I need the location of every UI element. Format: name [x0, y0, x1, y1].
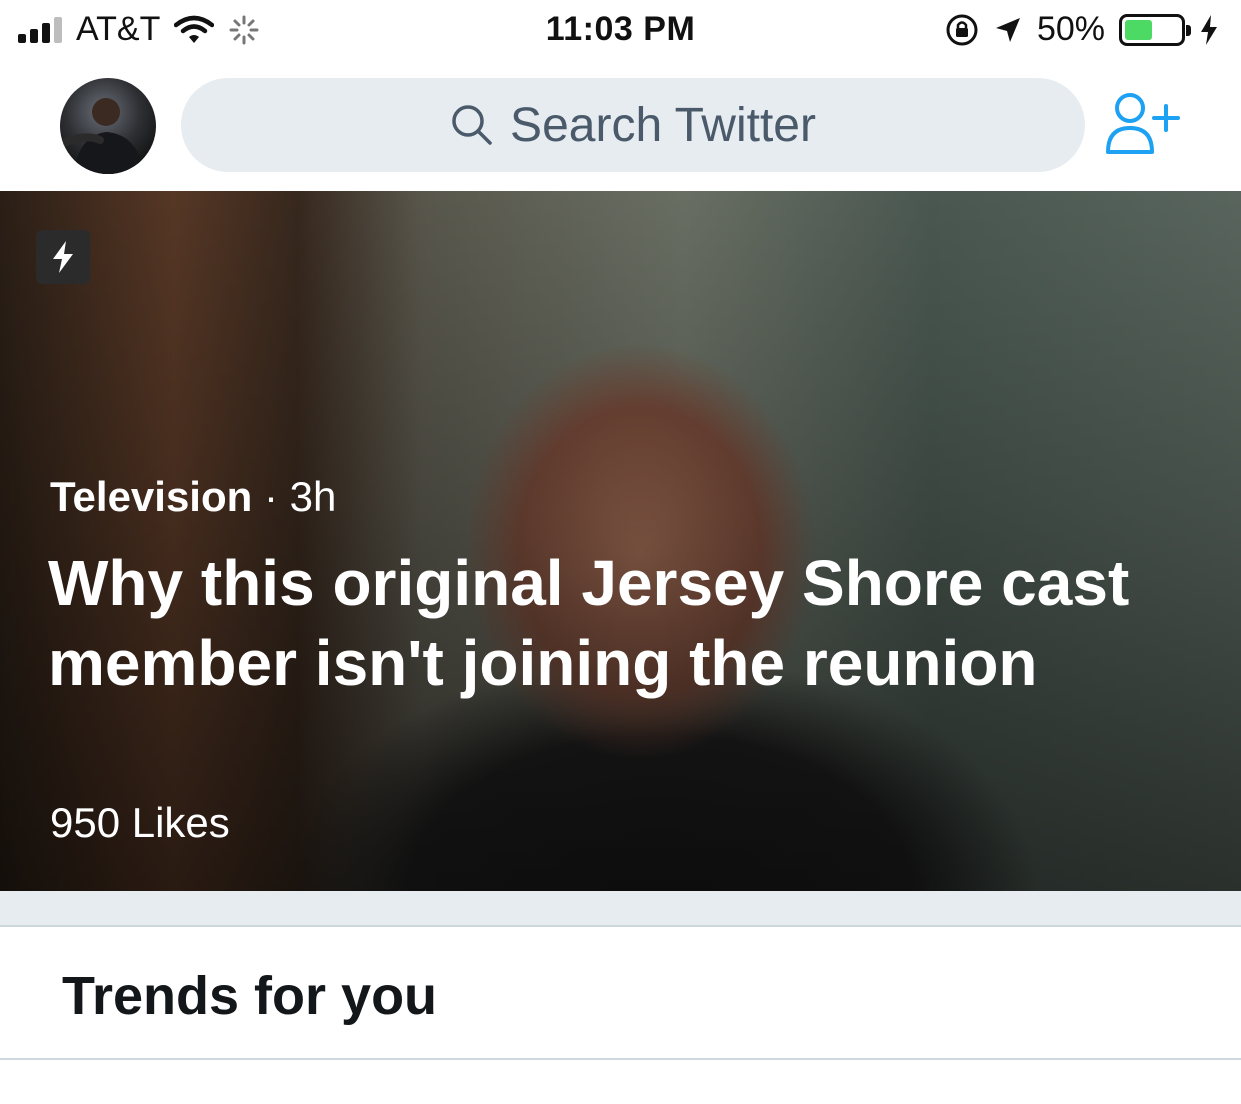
top-header: Search Twitter [0, 62, 1241, 190]
add-user-icon [1106, 93, 1180, 154]
hero-meta: Television · 3h [50, 473, 336, 521]
add-user-button[interactable] [1104, 90, 1184, 160]
section-divider [0, 891, 1241, 927]
hero-headline: Why this original Jersey Shore cast memb… [48, 547, 1130, 699]
trends-title: Trends for you [62, 966, 438, 1026]
search-icon [452, 105, 492, 145]
avatar[interactable] [60, 78, 156, 174]
hero-likes: 950 Likes [50, 799, 230, 846]
search-placeholder: Search Twitter [510, 98, 816, 152]
rotation-lock-icon [946, 14, 978, 45]
battery-icon [1119, 13, 1191, 46]
status-bar: AT&T 11:03 PM 50% [0, 0, 1241, 62]
search-input[interactable]: Search Twitter [181, 78, 1085, 172]
hero-category: Television [50, 473, 253, 520]
hero-age: 3h [289, 473, 337, 520]
moment-badge [36, 230, 90, 284]
charging-bolt-icon [1201, 14, 1217, 45]
battery-percent: 50% [1036, 10, 1105, 48]
status-right: 50% [945, 10, 1219, 49]
hero-separator: · [263, 473, 278, 520]
avatar-silhouette-icon [62, 98, 144, 174]
trends-section-header: Trends for you [0, 927, 1241, 1060]
featured-moment-card[interactable]: Television · 3h Why this original Jersey… [0, 191, 1241, 891]
hero-image [0, 191, 1241, 891]
lightning-bolt-icon [53, 241, 73, 273]
location-arrow-icon [995, 17, 1020, 42]
